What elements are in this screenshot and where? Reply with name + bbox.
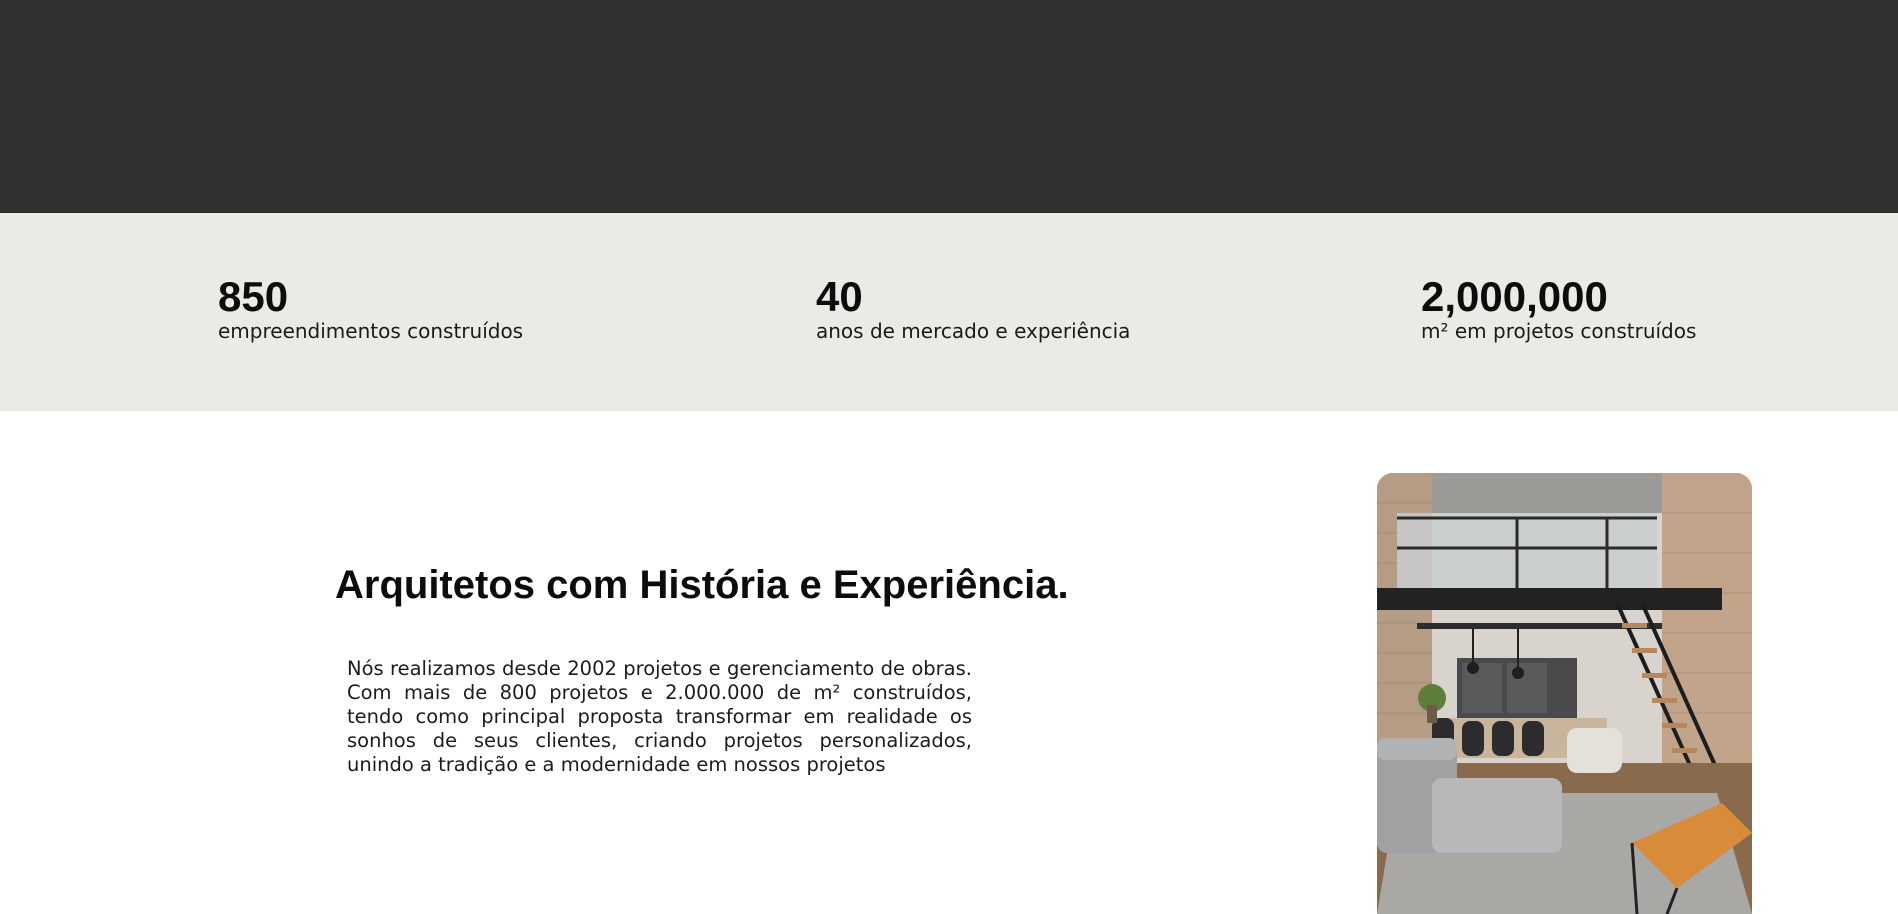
stat-area: 2,000,000 m² em projetos construídos <box>1421 273 1697 344</box>
loft-interior-illustration <box>1377 473 1752 914</box>
stat-label: m² em projetos construídos <box>1421 319 1697 343</box>
about-heading: Arquitetos com História e Experiência. <box>335 563 1069 607</box>
about-body: Nós realizamos desde 2002 projetos e ger… <box>347 657 972 776</box>
stat-label: anos de mercado e experiência <box>816 319 1131 343</box>
hero-banner <box>0 0 1898 213</box>
stat-years: 40 anos de mercado e experiência <box>816 273 1131 344</box>
stats-band: 850 empreendimentos construídos 40 anos … <box>0 213 1898 411</box>
stat-value: 2,000,000 <box>1421 273 1608 320</box>
stat-value: 40 <box>816 273 863 320</box>
loft-interior-photo <box>1377 473 1752 914</box>
stat-projects: 850 empreendimentos construídos <box>218 273 524 344</box>
stat-value: 850 <box>218 273 289 320</box>
stat-label: empreendimentos construídos <box>218 319 524 343</box>
